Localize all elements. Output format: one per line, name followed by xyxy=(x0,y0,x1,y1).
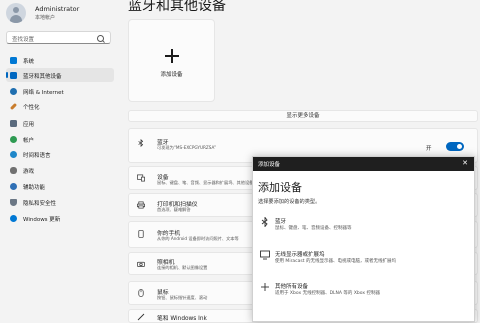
bluetooth-devices-icon xyxy=(10,72,17,79)
option-title: 其他所有设备 xyxy=(275,284,309,290)
close-icon[interactable]: ✕ xyxy=(462,159,468,167)
printer-icon xyxy=(137,201,145,209)
sidebar-item-label: 网络 & Internet xyxy=(23,89,64,96)
system-icon xyxy=(10,57,17,64)
row-subtitle: 从你的 Android 设备即时访问照片、文本等 xyxy=(157,236,239,241)
option-title: 蓝牙 xyxy=(275,219,287,225)
page-title: 蓝牙和其他设备 xyxy=(128,0,226,14)
bluetooth-toggle[interactable] xyxy=(446,142,464,151)
row-subtitle: 按钮、鼠标指针速度、滚动 xyxy=(157,295,208,300)
windows-update-icon xyxy=(10,215,17,222)
network-icon xyxy=(10,88,17,95)
sidebar: Administrator 本地帐户 查找设置 系统 蓝牙和其他设备 网络 & … xyxy=(0,0,120,320)
dialog-bar-title: 添加设备 xyxy=(258,162,281,168)
sidebar-item-label: 时间和语言 xyxy=(23,152,51,159)
sidebar-item-apps[interactable]: 应用 xyxy=(6,116,114,130)
option-desc: 适用于 Xbox 无线控制器、DLNA 等的 Xbox 控制器 xyxy=(275,291,381,296)
sidebar-item-label: 帐户 xyxy=(23,137,35,144)
sidebar-item-label: Windows 更新 xyxy=(23,216,61,223)
dialog-title-bar: 添加设备 ✕ xyxy=(253,157,474,171)
search-icon xyxy=(97,35,104,42)
dialog-heading: 添加设备 xyxy=(258,181,302,194)
row-subtitle: 连接的相机、默认图像设置 xyxy=(157,265,208,270)
account-type: 本地帐户 xyxy=(35,15,56,21)
sidebar-item-label: 蓝牙和其他设备 xyxy=(23,73,62,80)
devices-icon xyxy=(137,174,145,182)
add-device-label: 添加设备 xyxy=(160,72,183,78)
option-desc: 鼠标、键盘、笔、音频设备、控制器等 xyxy=(275,226,352,231)
bluetooth-state-label: 开 xyxy=(426,146,432,152)
avatar xyxy=(6,3,26,23)
bluetooth-subtitle: 可发现为“MS-EXCPGYURZSA” xyxy=(157,145,217,150)
sidebar-item-label: 辅助功能 xyxy=(23,184,46,191)
plus-icon xyxy=(261,283,269,291)
sidebar-item-label: 个性化 xyxy=(23,104,40,111)
search-input[interactable]: 查找设置 xyxy=(6,31,111,44)
option-bluetooth[interactable]: 蓝牙 鼠标、键盘、笔、音频设备、控制器等 xyxy=(255,213,470,239)
sidebar-item-time-language[interactable]: 时间和语言 xyxy=(6,147,114,161)
sidebar-item-accessibility[interactable]: 辅助功能 xyxy=(6,179,114,193)
option-everything-else[interactable]: 其他所有设备 适用于 Xbox 无线控制器、DLNA 等的 Xbox 控制器 xyxy=(255,278,470,304)
sidebar-item-label: 隐私和安全性 xyxy=(23,200,57,207)
sidebar-item-label: 应用 xyxy=(23,121,35,128)
monitor-icon xyxy=(260,250,270,260)
row-subtitle: 首选项、疑难解答 xyxy=(157,207,191,212)
sidebar-item-accounts[interactable]: 帐户 xyxy=(6,132,114,146)
shield-icon xyxy=(10,199,17,206)
option-desc: 使用 Miracast 的无线显示器、电视或电脑，或者无线扩展坞 xyxy=(275,259,396,264)
sidebar-item-label: 游戏 xyxy=(23,168,35,175)
sidebar-item-privacy[interactable]: 隐私和安全性 xyxy=(6,195,114,209)
row-subtitle: 鼠标、键盘、笔、音频、显示器和扩展坞、其他设备 xyxy=(157,180,254,185)
add-device-dialog: 添加设备 ✕ 添加设备 选择要添加的设备的类型。 蓝牙 鼠标、键盘、笔、音频设备… xyxy=(252,156,475,322)
sidebar-item-network[interactable]: 网络 & Internet xyxy=(6,84,114,98)
time-language-icon xyxy=(10,151,17,158)
search-placeholder: 查找设置 xyxy=(12,37,35,43)
add-device-button[interactable]: 添加设备 xyxy=(128,19,215,102)
bluetooth-icon xyxy=(261,217,268,227)
sidebar-item-personalization[interactable]: 个性化 xyxy=(6,99,114,113)
user-name: Administrator xyxy=(35,5,80,13)
show-more-devices-button[interactable]: 显示更多设备 xyxy=(128,110,478,122)
sidebar-item-bluetooth-devices[interactable]: 蓝牙和其他设备 xyxy=(6,68,114,82)
account-icon xyxy=(10,136,17,143)
sidebar-item-system[interactable]: 系统 xyxy=(6,53,114,67)
dialog-subtitle: 选择要添加的设备的类型。 xyxy=(258,199,321,205)
apps-icon xyxy=(10,120,17,127)
option-wireless-display[interactable]: 无线显示器或扩展坞 使用 Miracast 的无线显示器、电视或电脑，或者无线扩… xyxy=(255,246,470,272)
user-profile[interactable]: Administrator 本地帐户 xyxy=(6,3,116,23)
sidebar-item-windows-update[interactable]: Windows 更新 xyxy=(6,211,114,225)
bluetooth-icon xyxy=(138,139,144,147)
gaming-icon xyxy=(10,167,17,174)
mouse-icon xyxy=(138,289,144,297)
phone-icon xyxy=(138,230,144,238)
accessibility-icon xyxy=(10,183,17,190)
camera-icon xyxy=(137,261,145,268)
sidebar-item-gaming[interactable]: 游戏 xyxy=(6,163,114,177)
sidebar-item-label: 系统 xyxy=(23,58,35,65)
plus-icon xyxy=(165,49,179,63)
row-title: 笔和 Windows Ink xyxy=(157,316,207,322)
brush-icon xyxy=(9,102,18,111)
option-title: 无线显示器或扩展坞 xyxy=(275,252,325,258)
